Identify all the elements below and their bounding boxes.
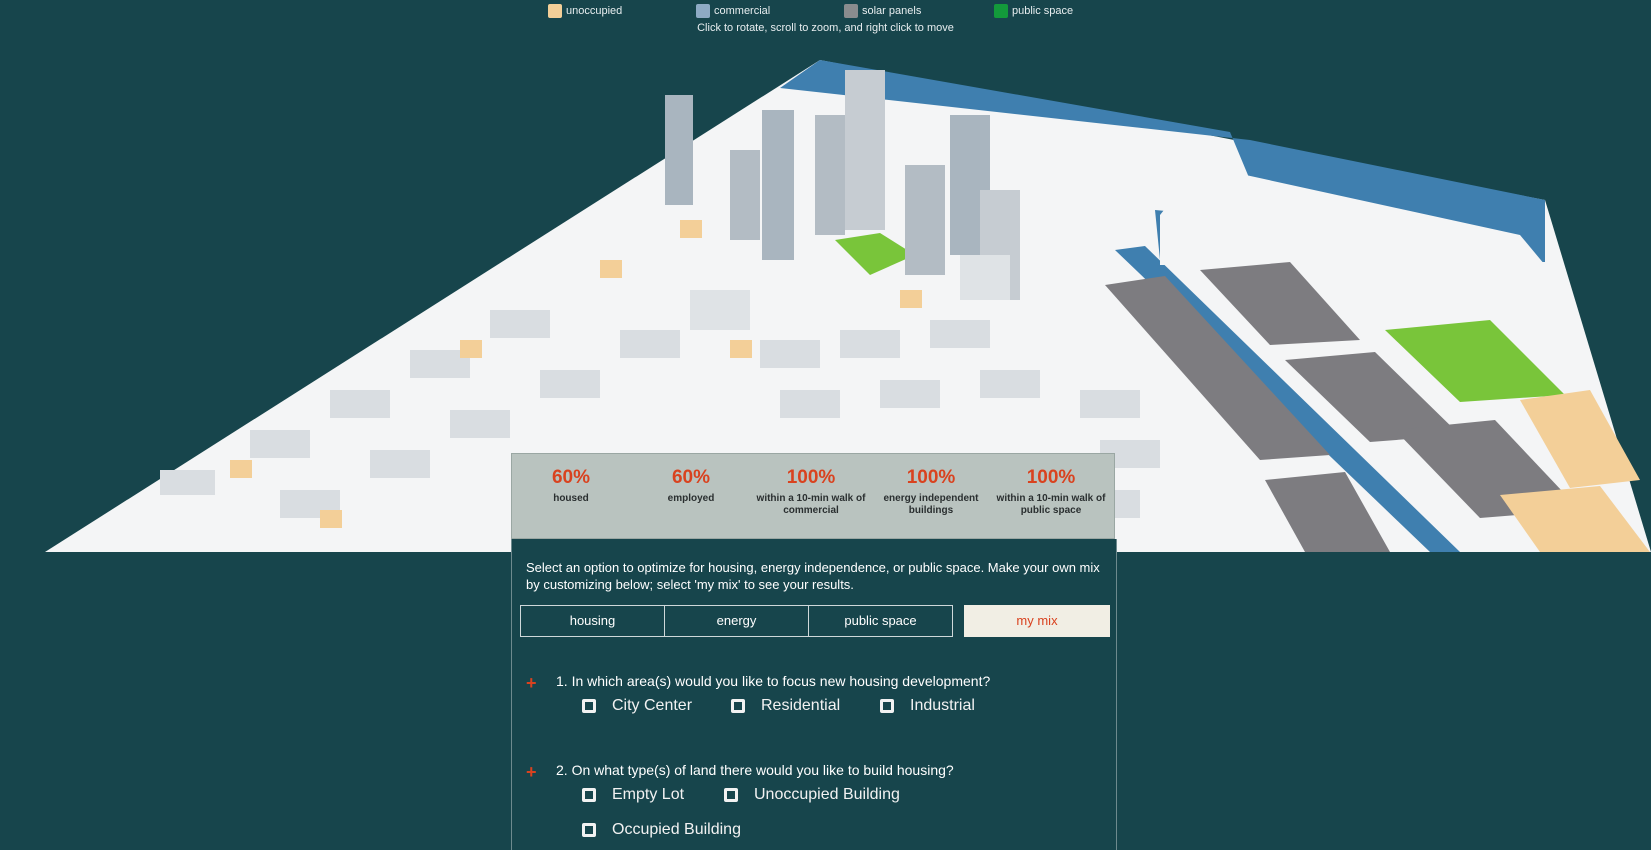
stat-energy-independent: 100% energy independent buildings (871, 467, 991, 517)
stat-value: 100% (906, 467, 956, 488)
building-unoccupied (230, 460, 252, 478)
housing-button[interactable]: housing (520, 605, 665, 637)
legend-commercial: commercial (696, 4, 770, 18)
building-unoccupied (320, 510, 342, 528)
options-panel: Select an option to optimize for housing… (511, 539, 1117, 850)
tower (665, 95, 693, 205)
legend: unoccupied commercial solar panels publi… (548, 4, 1108, 22)
checkbox-icon[interactable] (582, 788, 596, 802)
legend-label: public space (1012, 5, 1074, 17)
checkbox-label: City Center (612, 697, 693, 714)
stat-value: 100% (1026, 467, 1076, 488)
stat-employed: 60% employed (631, 467, 751, 505)
stat-public-space-walk: 100% within a 10-min walk of public spac… (991, 467, 1111, 517)
building (250, 430, 310, 458)
checkbox-industrial[interactable]: Industrial (880, 697, 975, 715)
tower (690, 290, 750, 330)
legend-swatch (696, 4, 710, 18)
building-unoccupied (680, 220, 702, 238)
checkbox-city-center[interactable]: City Center (582, 697, 692, 715)
question-2: + 2. On what type(s) of land there would… (526, 762, 1106, 782)
question-1: + 1. In which area(s) would you like to … (526, 673, 1106, 693)
stat-label: employed (667, 493, 715, 504)
building-unoccupied (900, 290, 922, 308)
tower (815, 115, 845, 235)
building-unoccupied (460, 340, 482, 358)
building (780, 390, 840, 418)
checkbox-label: Unoccupied Building (754, 786, 900, 803)
building (930, 320, 990, 348)
tower (960, 255, 1010, 300)
checkbox-icon[interactable] (724, 788, 738, 802)
legend-swatch (548, 4, 562, 18)
building (450, 410, 510, 438)
building (370, 450, 430, 478)
building (880, 380, 940, 408)
stat-value: 60% (671, 467, 711, 488)
checkbox-empty-lot[interactable]: Empty Lot (582, 786, 684, 804)
legend-public-space: public space (994, 4, 1073, 18)
tower (905, 165, 945, 275)
checkbox-occupied-building[interactable]: Occupied Building (582, 821, 741, 839)
building (620, 330, 680, 358)
building (540, 370, 600, 398)
building (490, 310, 550, 338)
stat-value: 100% (786, 467, 836, 488)
question-text: 2. On what type(s) of land there would y… (556, 762, 954, 778)
stat-label: within a 10-min walk of commercial (756, 493, 866, 516)
tower (762, 110, 794, 260)
tower (730, 150, 760, 240)
building (840, 330, 900, 358)
building (1080, 390, 1140, 418)
legend-swatch (994, 4, 1008, 18)
checkbox-icon[interactable] (582, 823, 596, 837)
checkbox-residential[interactable]: Residential (731, 697, 840, 715)
public-space-button[interactable]: public space (808, 605, 953, 637)
stat-value: 60% (551, 467, 591, 488)
checkbox-label: Empty Lot (612, 786, 685, 803)
building-unoccupied (730, 340, 752, 358)
checkbox-unoccupied-building[interactable]: Unoccupied Building (724, 786, 900, 804)
legend-label: commercial (714, 5, 771, 17)
stat-label: housed (553, 493, 589, 504)
intro-text: Select an option to optimize for housing… (526, 560, 1100, 592)
legend-label: solar panels (862, 5, 922, 17)
stat-commercial-walk: 100% within a 10-min walk of commercial (751, 467, 871, 517)
map-hint: Click to rotate, scroll to zoom, and rig… (697, 22, 954, 34)
checkbox-label: Occupied Building (612, 821, 741, 838)
stat-label: energy independent buildings (883, 493, 979, 516)
stat-housed: 60% housed (511, 467, 631, 505)
my-mix-button[interactable]: my mix (964, 605, 1110, 637)
expand-plus-icon[interactable]: + (526, 762, 537, 783)
legend-label: unoccupied (566, 5, 623, 17)
building (330, 390, 390, 418)
checkbox-icon[interactable] (582, 699, 596, 713)
building-unoccupied (600, 260, 622, 278)
tower (845, 70, 885, 230)
stat-label: within a 10-min walk of public space (996, 493, 1106, 516)
legend-unoccupied: unoccupied (548, 4, 622, 18)
legend-swatch (844, 4, 858, 18)
energy-button[interactable]: energy (664, 605, 809, 637)
expand-plus-icon[interactable]: + (526, 673, 537, 694)
checkbox-icon[interactable] (731, 699, 745, 713)
building (980, 370, 1040, 398)
question-text: 1. In which area(s) would you like to fo… (556, 673, 991, 689)
stats-panel: 60% housed 60% employed 100% within a 10… (511, 453, 1115, 539)
building (160, 470, 215, 495)
checkbox-label: Residential (761, 697, 841, 714)
legend-solar: solar panels (844, 4, 921, 18)
checkbox-icon[interactable] (880, 699, 894, 713)
building (760, 340, 820, 368)
checkbox-label: Industrial (910, 697, 975, 714)
